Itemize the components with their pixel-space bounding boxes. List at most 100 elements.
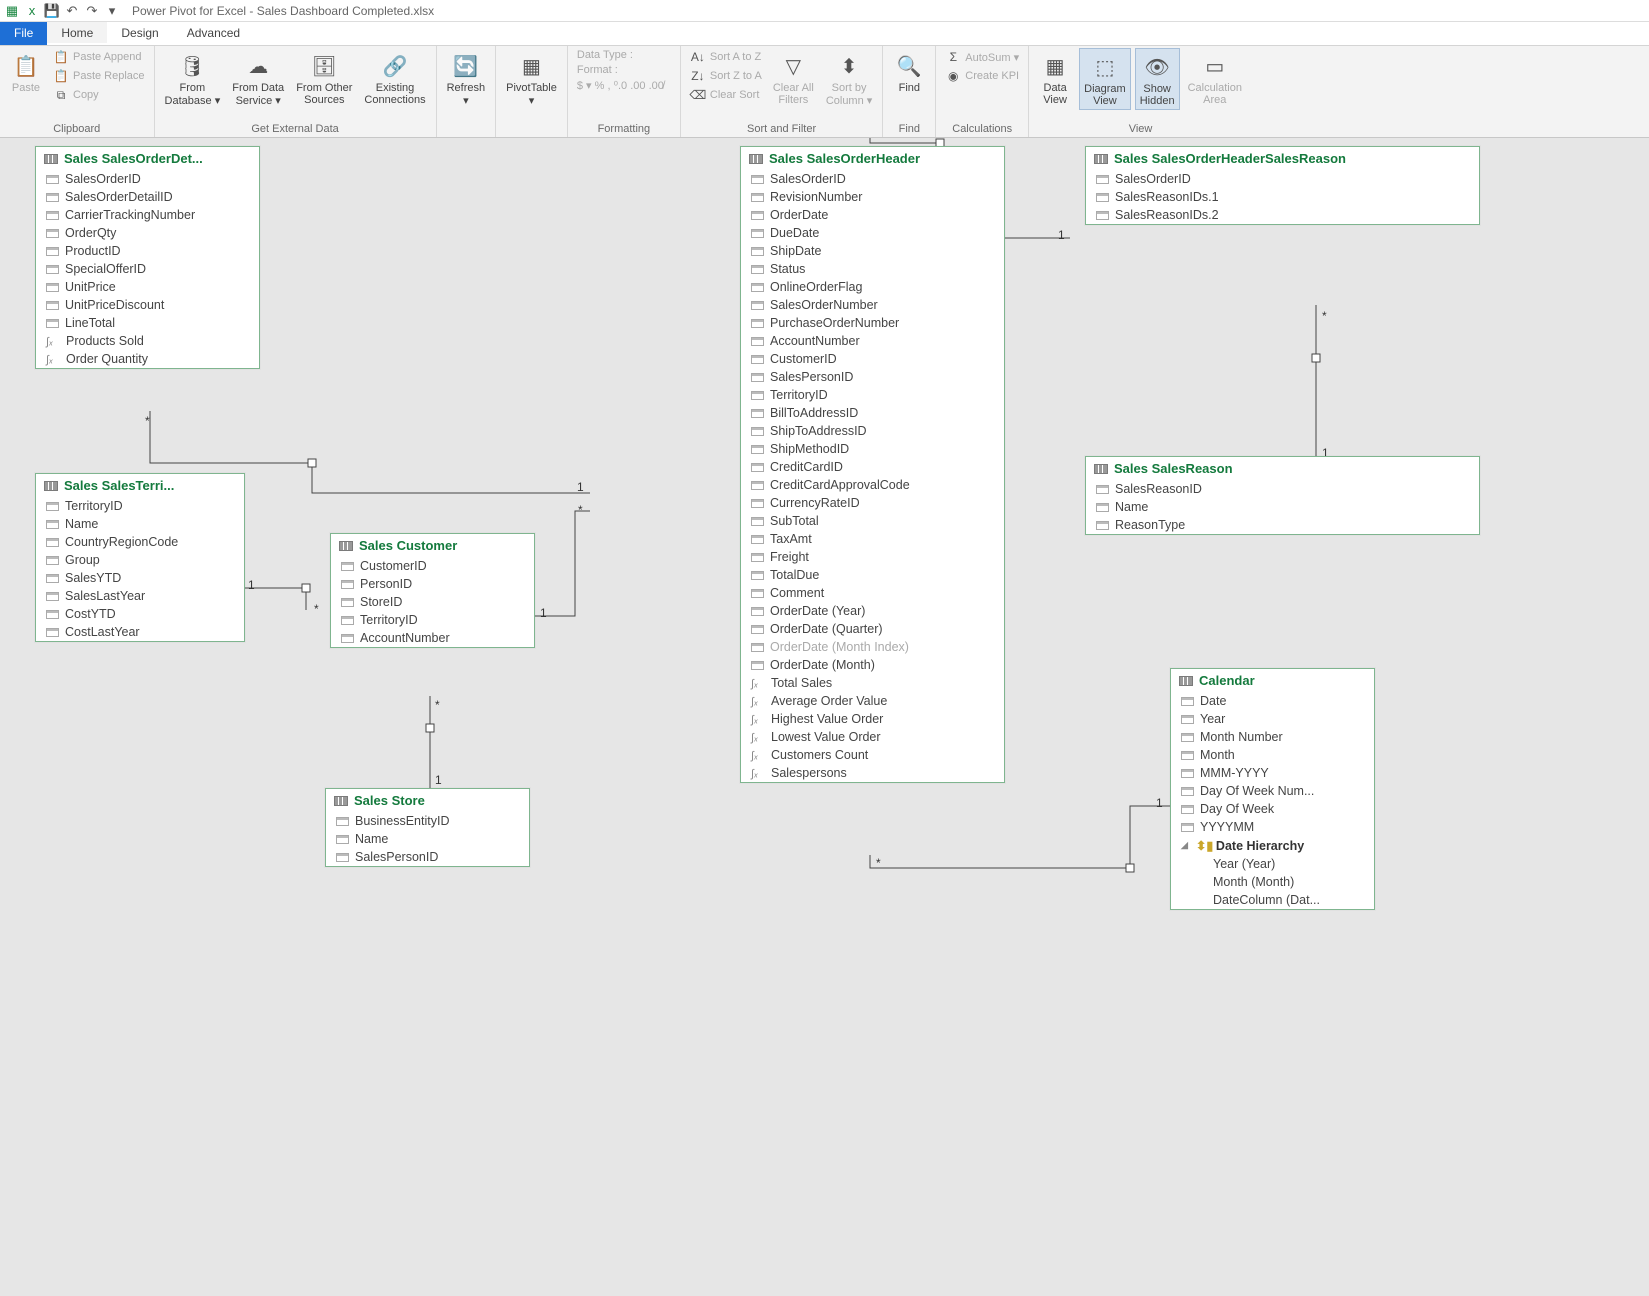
column-row[interactable]: ReasonType: [1086, 516, 1479, 534]
column-row[interactable]: SalesOrderID: [741, 170, 1004, 188]
column-row[interactable]: MMM-YYYY: [1171, 764, 1374, 782]
column-row[interactable]: SalesOrderID: [1086, 170, 1479, 188]
column-row[interactable]: CreditCardApprovalCode: [741, 476, 1004, 494]
column-row[interactable]: Name: [36, 515, 244, 533]
column-row[interactable]: OrderDate (Month Index): [741, 638, 1004, 656]
column-row[interactable]: TerritoryID: [331, 611, 534, 629]
column-row[interactable]: AccountNumber: [331, 629, 534, 647]
diagram-view-button[interactable]: ⬚Diagram View: [1079, 48, 1131, 110]
find-button[interactable]: 🔍Find: [889, 48, 929, 96]
column-row[interactable]: OrderDate (Year): [741, 602, 1004, 620]
column-row[interactable]: SalesPersonID: [741, 368, 1004, 386]
column-row[interactable]: PurchaseOrderNumber: [741, 314, 1004, 332]
from-data-service-button[interactable]: ☁From Data Service ▾: [228, 48, 288, 109]
column-row[interactable]: ShipMethodID: [741, 440, 1004, 458]
hierarchy-level[interactable]: Month (Month): [1171, 873, 1374, 891]
column-row[interactable]: Salespersons: [741, 764, 1004, 782]
column-row[interactable]: SpecialOfferID: [36, 260, 259, 278]
column-row[interactable]: RevisionNumber: [741, 188, 1004, 206]
column-row[interactable]: Average Order Value: [741, 692, 1004, 710]
column-row[interactable]: CarrierTrackingNumber: [36, 206, 259, 224]
column-row[interactable]: SalesReasonIDs.2: [1086, 206, 1479, 224]
tab-advanced[interactable]: Advanced: [173, 22, 254, 45]
column-row[interactable]: OrderQty: [36, 224, 259, 242]
save-icon[interactable]: 💾: [44, 3, 60, 19]
entity-calendar[interactable]: Calendar DateYearMonth NumberMonthMMM-YY…: [1170, 668, 1375, 910]
column-row[interactable]: Name: [1086, 498, 1479, 516]
diagram-canvas[interactable]: * 1 * 1 * 1 * 1 1 * 1 * 1 Sales SalesOrd…: [0, 138, 1649, 1296]
column-row[interactable]: OnlineOrderFlag: [741, 278, 1004, 296]
column-row[interactable]: UnitPrice: [36, 278, 259, 296]
column-row[interactable]: SubTotal: [741, 512, 1004, 530]
hierarchy-level[interactable]: DateColumn (Dat...: [1171, 891, 1374, 909]
entity-header[interactable]: Sales SalesReason: [1086, 457, 1479, 480]
entity-header[interactable]: Sales SalesOrderHeaderSalesReason: [1086, 147, 1479, 170]
column-row[interactable]: SalesOrderDetailID: [36, 188, 259, 206]
format-buttons[interactable]: $ ▾ % , ⁰.0 .00 .00̸: [574, 78, 674, 93]
copy-button[interactable]: ⧉Copy: [50, 86, 148, 104]
column-row[interactable]: SalesOrderID: [36, 170, 259, 188]
from-database-button[interactable]: 🛢From Database ▾: [161, 48, 225, 109]
column-row[interactable]: CountryRegionCode: [36, 533, 244, 551]
column-row[interactable]: SalesLastYear: [36, 587, 244, 605]
column-row[interactable]: ProductID: [36, 242, 259, 260]
create-kpi-button[interactable]: ◉Create KPI: [942, 67, 1022, 85]
sort-za-button[interactable]: Z↓Sort Z to A: [687, 67, 765, 85]
column-row[interactable]: AccountNumber: [741, 332, 1004, 350]
entity-header[interactable]: Sales SalesTerri...: [36, 474, 244, 497]
tab-design[interactable]: Design: [107, 22, 172, 45]
format-selector[interactable]: Format :: [574, 63, 674, 77]
column-row[interactable]: Day Of Week: [1171, 800, 1374, 818]
column-row[interactable]: SalesPersonID: [326, 848, 529, 866]
column-row[interactable]: SalesReasonIDs.1: [1086, 188, 1479, 206]
entity-header[interactable]: Sales SalesOrderDet...: [36, 147, 259, 170]
calculation-area-button[interactable]: ▭Calculation Area: [1184, 48, 1246, 108]
hierarchy-row[interactable]: ◢⬍▮Date Hierarchy: [1171, 836, 1374, 855]
column-row[interactable]: Freight: [741, 548, 1004, 566]
sort-az-button[interactable]: A↓Sort A to Z: [687, 48, 765, 66]
column-row[interactable]: StoreID: [331, 593, 534, 611]
rel-node[interactable]: [302, 584, 311, 593]
column-row[interactable]: UnitPriceDiscount: [36, 296, 259, 314]
column-row[interactable]: Products Sold: [36, 332, 259, 350]
column-row[interactable]: SalesReasonID: [1086, 480, 1479, 498]
column-row[interactable]: OrderDate (Month): [741, 656, 1004, 674]
column-row[interactable]: CostLastYear: [36, 623, 244, 641]
column-row[interactable]: CustomerID: [741, 350, 1004, 368]
column-row[interactable]: OrderDate (Quarter): [741, 620, 1004, 638]
undo-icon[interactable]: ↶: [64, 3, 80, 19]
column-row[interactable]: Year: [1171, 710, 1374, 728]
column-row[interactable]: CostYTD: [36, 605, 244, 623]
paste-replace-button[interactable]: 📋Paste Replace: [50, 67, 148, 85]
entity-sales-order-detail[interactable]: Sales SalesOrderDet... SalesOrderIDSales…: [35, 146, 260, 369]
redo-icon[interactable]: ↷: [84, 3, 100, 19]
column-row[interactable]: CreditCardID: [741, 458, 1004, 476]
rel-node[interactable]: [1312, 354, 1321, 363]
refresh-button[interactable]: 🔄Refresh ▾: [443, 48, 490, 109]
column-row[interactable]: SalesOrderNumber: [741, 296, 1004, 314]
column-row[interactable]: Month Number: [1171, 728, 1374, 746]
column-row[interactable]: Total Sales: [741, 674, 1004, 692]
from-other-sources-button[interactable]: 🗄From Other Sources: [292, 48, 356, 108]
column-row[interactable]: DueDate: [741, 224, 1004, 242]
column-row[interactable]: TaxAmt: [741, 530, 1004, 548]
column-row[interactable]: Customers Count: [741, 746, 1004, 764]
column-row[interactable]: Group: [36, 551, 244, 569]
entity-header[interactable]: Sales SalesOrderHeader: [741, 147, 1004, 170]
column-row[interactable]: ShipToAddressID: [741, 422, 1004, 440]
sort-by-column-button[interactable]: ⬍Sort by Column ▾: [822, 48, 876, 109]
entity-header[interactable]: Calendar: [1171, 669, 1374, 692]
column-row[interactable]: TerritoryID: [36, 497, 244, 515]
clear-filters-button[interactable]: ▽Clear All Filters: [769, 48, 818, 108]
rel-node[interactable]: [1126, 864, 1135, 873]
column-row[interactable]: Month: [1171, 746, 1374, 764]
column-row[interactable]: TerritoryID: [741, 386, 1004, 404]
autosum-button[interactable]: ΣAutoSum ▾: [942, 48, 1022, 66]
rel-node[interactable]: [426, 724, 435, 733]
tab-home[interactable]: Home: [47, 22, 107, 45]
column-row[interactable]: Lowest Value Order: [741, 728, 1004, 746]
pivottable-button[interactable]: ▦PivotTable ▾: [502, 48, 561, 109]
column-row[interactable]: Highest Value Order: [741, 710, 1004, 728]
entity-header[interactable]: Sales Store: [326, 789, 529, 812]
entity-sales-reason[interactable]: Sales SalesReason SalesReasonIDNameReaso…: [1085, 456, 1480, 535]
